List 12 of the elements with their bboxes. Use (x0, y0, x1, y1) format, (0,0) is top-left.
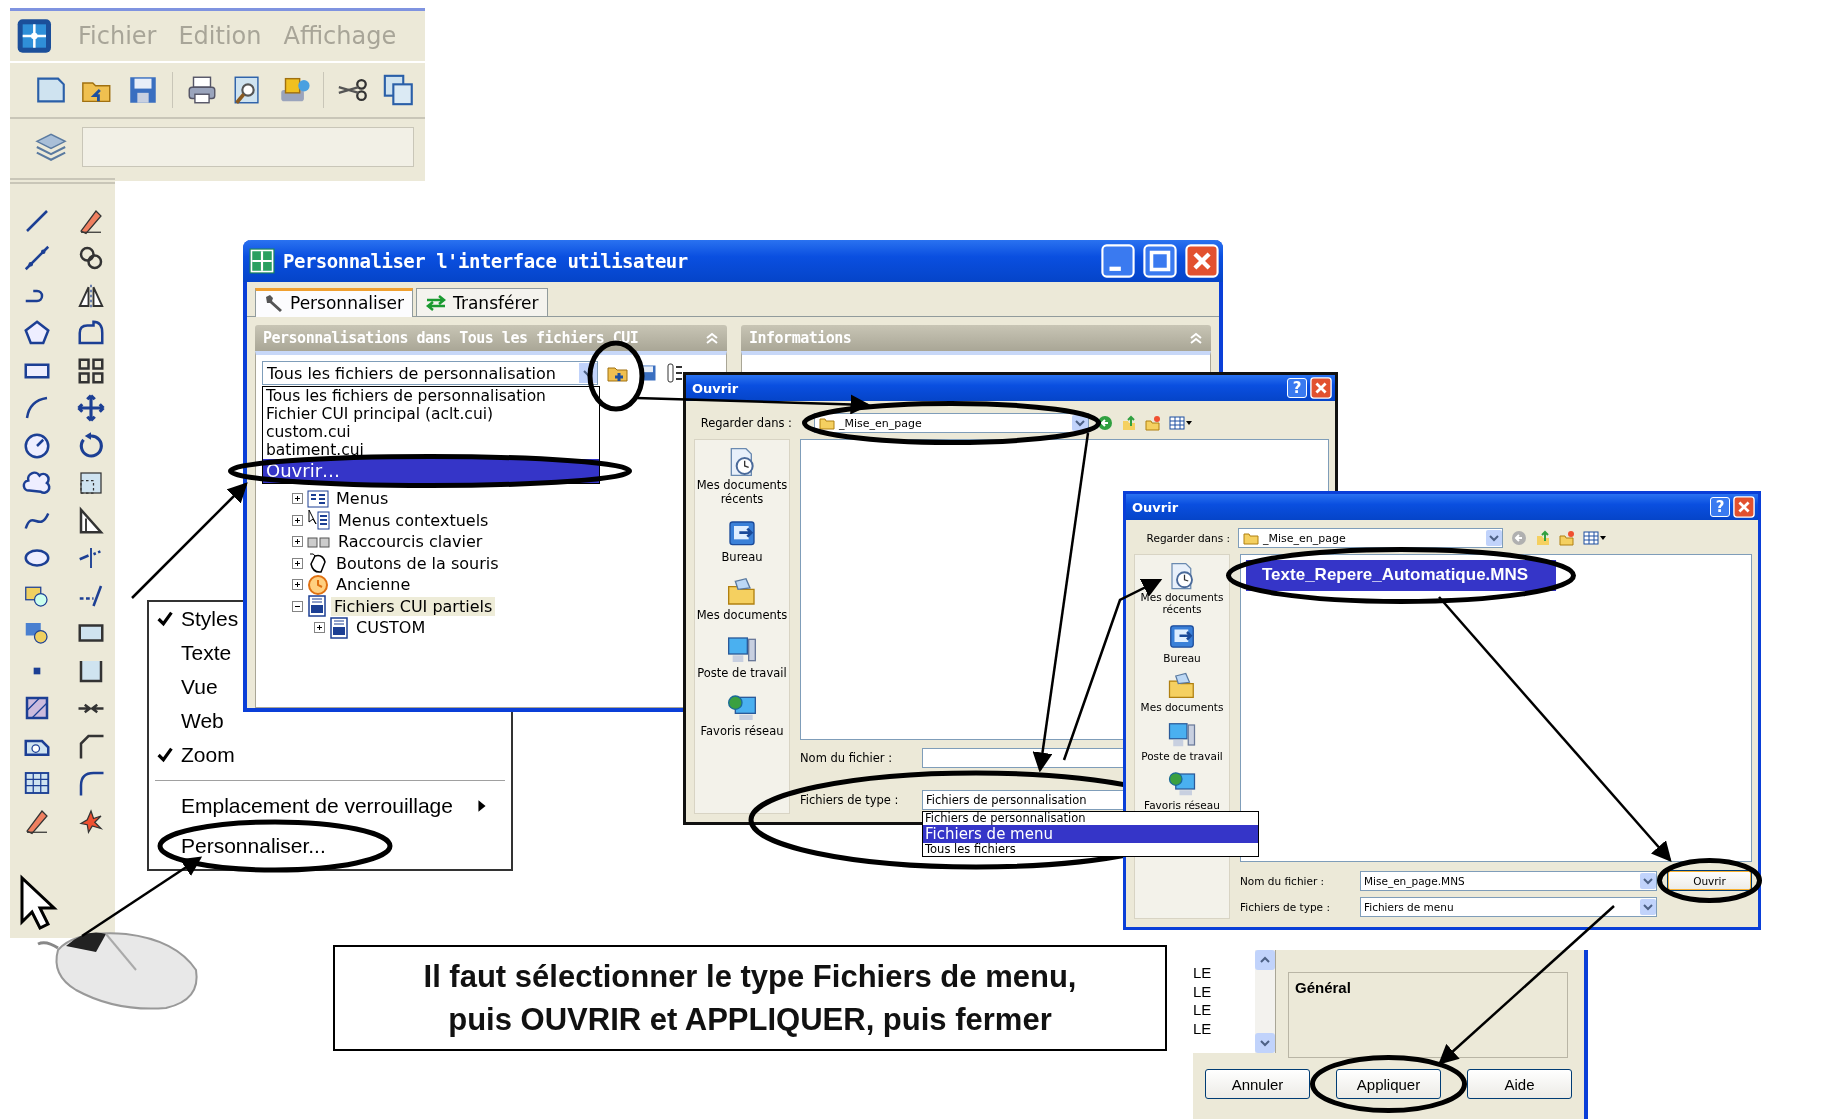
field-label: Fichiers de type : (800, 793, 900, 807)
field-label: Fichiers de type : (1240, 901, 1331, 913)
instruction-text: Il faut sélectionner le type Fichiers de menu, puis OUVRIR et APPLIQUER, puis fermer (423, 958, 1077, 1039)
window-title: Ouvrir (692, 380, 740, 396)
window-title: Ouvrir (1132, 499, 1180, 515)
section-title: Général (1288, 972, 1568, 1058)
field-label: Nom du fichier : (800, 751, 894, 765)
field-label: Regarder dans : (1145, 532, 1230, 544)
field-label: Regarder dans : (700, 416, 792, 430)
window-title: Personnaliser l'interface utilisateur (283, 250, 689, 272)
panel-title: Informations (749, 329, 852, 347)
field-label: Nom du fichier : (1240, 874, 1326, 887)
